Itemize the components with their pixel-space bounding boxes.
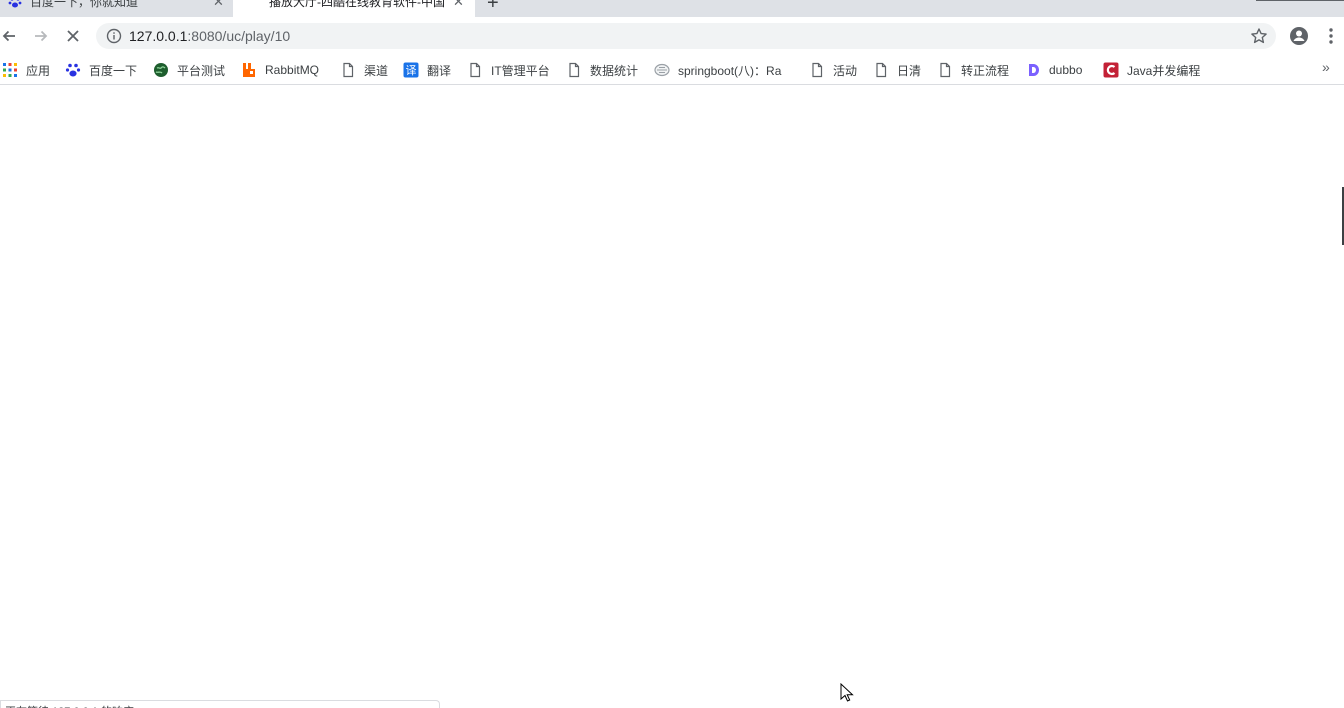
- page-icon: [876, 62, 887, 78]
- url-path: :8080/uc/play/10: [187, 28, 291, 44]
- tab-title: 播放大厅-四酷在线教育软件-中国: [269, 0, 445, 9]
- forward-button[interactable]: [30, 25, 52, 47]
- url-text: 127.0.0.1:8080/uc/play/10: [129, 28, 290, 44]
- browser-toolbar: 127.0.0.1:8080/uc/play/10: [0, 17, 1344, 55]
- back-button[interactable]: [0, 25, 20, 47]
- mouse-cursor-icon: [840, 683, 854, 702]
- bookmark-daily[interactable]: 日清: [873, 60, 921, 80]
- bookmark-translate[interactable]: 译 翻译: [403, 60, 451, 80]
- bookmark-label: springboot(八)：Ra: [678, 63, 782, 78]
- bookmark-apps[interactable]: 应用: [2, 60, 50, 80]
- page-icon: [569, 62, 580, 78]
- bookmark-label: IT管理平台: [491, 63, 550, 78]
- address-bar[interactable]: 127.0.0.1:8080/uc/play/10: [96, 23, 1276, 49]
- url-host: 127.0.0.1: [129, 28, 188, 44]
- bookmark-label: 平台测试: [177, 63, 226, 78]
- bookmark-baidu[interactable]: 百度一下: [65, 60, 137, 80]
- baidu-paw-icon: [65, 63, 81, 77]
- baidu-paw-icon: [8, 0, 22, 8]
- bookmark-label: dubbo: [1049, 63, 1083, 77]
- bookmark-label: 翻译: [427, 63, 452, 78]
- blog-icon: [654, 63, 670, 77]
- bookmark-star-icon[interactable]: [1250, 27, 1268, 45]
- bookmarks-bar: 应用 百度一下 平台测试 RabbitMQ 渠道 译 翻译 IT管理平台 数据统…: [0, 55, 1344, 85]
- tab-play-hall[interactable]: 播放大厅-四酷在线教育软件-中国 ✕: [233, 0, 475, 17]
- bookmark-statistics[interactable]: 数据统计: [566, 60, 638, 80]
- tab-close-icon[interactable]: ✕: [453, 0, 464, 10]
- bookmark-dubbo[interactable]: dubbo: [1025, 60, 1082, 80]
- tab-baidu[interactable]: 百度一下，你就知道 ✕: [0, 0, 233, 17]
- bookmark-channel[interactable]: 渠道: [340, 60, 388, 80]
- bookmark-java-concurrency[interactable]: Java并发编程: [1103, 60, 1200, 80]
- info-icon[interactable]: [106, 28, 122, 44]
- forward-arrow-icon: [35, 30, 48, 42]
- window-controls: [1256, 0, 1344, 1]
- status-bubble: 正在等待 127.0.0.1 的响应...: [0, 700, 440, 708]
- bookmark-label: RabbitMQ: [265, 63, 320, 77]
- svg-text:译: 译: [406, 64, 417, 77]
- bookmark-rabbitmq[interactable]: RabbitMQ: [241, 60, 319, 80]
- new-tab-button[interactable]: +: [487, 0, 499, 15]
- csdn-icon: [1103, 62, 1119, 78]
- apps-grid-icon: [3, 63, 17, 77]
- bookmark-label: Java并发编程: [1127, 63, 1201, 78]
- bookmark-springboot[interactable]: springboot(八)：Ra: [654, 60, 794, 80]
- page-icon: [812, 62, 823, 78]
- bookmark-activity[interactable]: 活动: [809, 60, 857, 80]
- bookmark-label: 日清: [897, 63, 922, 78]
- back-arrow-icon: [2, 30, 15, 42]
- dubbo-icon: [1029, 64, 1039, 76]
- translate-icon: 译: [403, 62, 419, 78]
- page-content: 正在等待 127.0.0.1 的响应...: [0, 86, 1344, 708]
- profile-avatar-icon[interactable]: [1289, 26, 1309, 46]
- bookmark-it-admin[interactable]: IT管理平台: [467, 60, 550, 80]
- bookmark-label: 活动: [833, 63, 858, 78]
- bookmark-label: 百度一下: [89, 63, 138, 78]
- stop-loading-button[interactable]: [62, 25, 84, 47]
- page-icon: [343, 62, 354, 78]
- globe-icon: [154, 63, 168, 77]
- bookmark-label: 渠道: [364, 63, 389, 78]
- bookmarks-overflow-button[interactable]: »: [1322, 59, 1330, 75]
- close-x-icon: [67, 30, 79, 42]
- tab-title: 百度一下，你就知道: [30, 0, 139, 9]
- bookmark-label: 转正流程: [961, 63, 1010, 78]
- bookmark-probation[interactable]: 转正流程: [937, 60, 1009, 80]
- bookmark-label: 数据统计: [590, 63, 639, 78]
- page-icon: [940, 62, 951, 78]
- page-icon: [470, 62, 481, 78]
- bookmark-platform-test[interactable]: 平台测试: [153, 60, 225, 80]
- tab-strip: 百度一下，你就知道 ✕ 播放大厅-四酷在线教育软件-中国 ✕ +: [0, 0, 1344, 17]
- more-menu-icon[interactable]: [1325, 26, 1337, 46]
- tab-close-icon[interactable]: ✕: [213, 0, 224, 10]
- rabbitmq-icon: [243, 63, 255, 77]
- bookmark-label: 应用: [26, 63, 51, 78]
